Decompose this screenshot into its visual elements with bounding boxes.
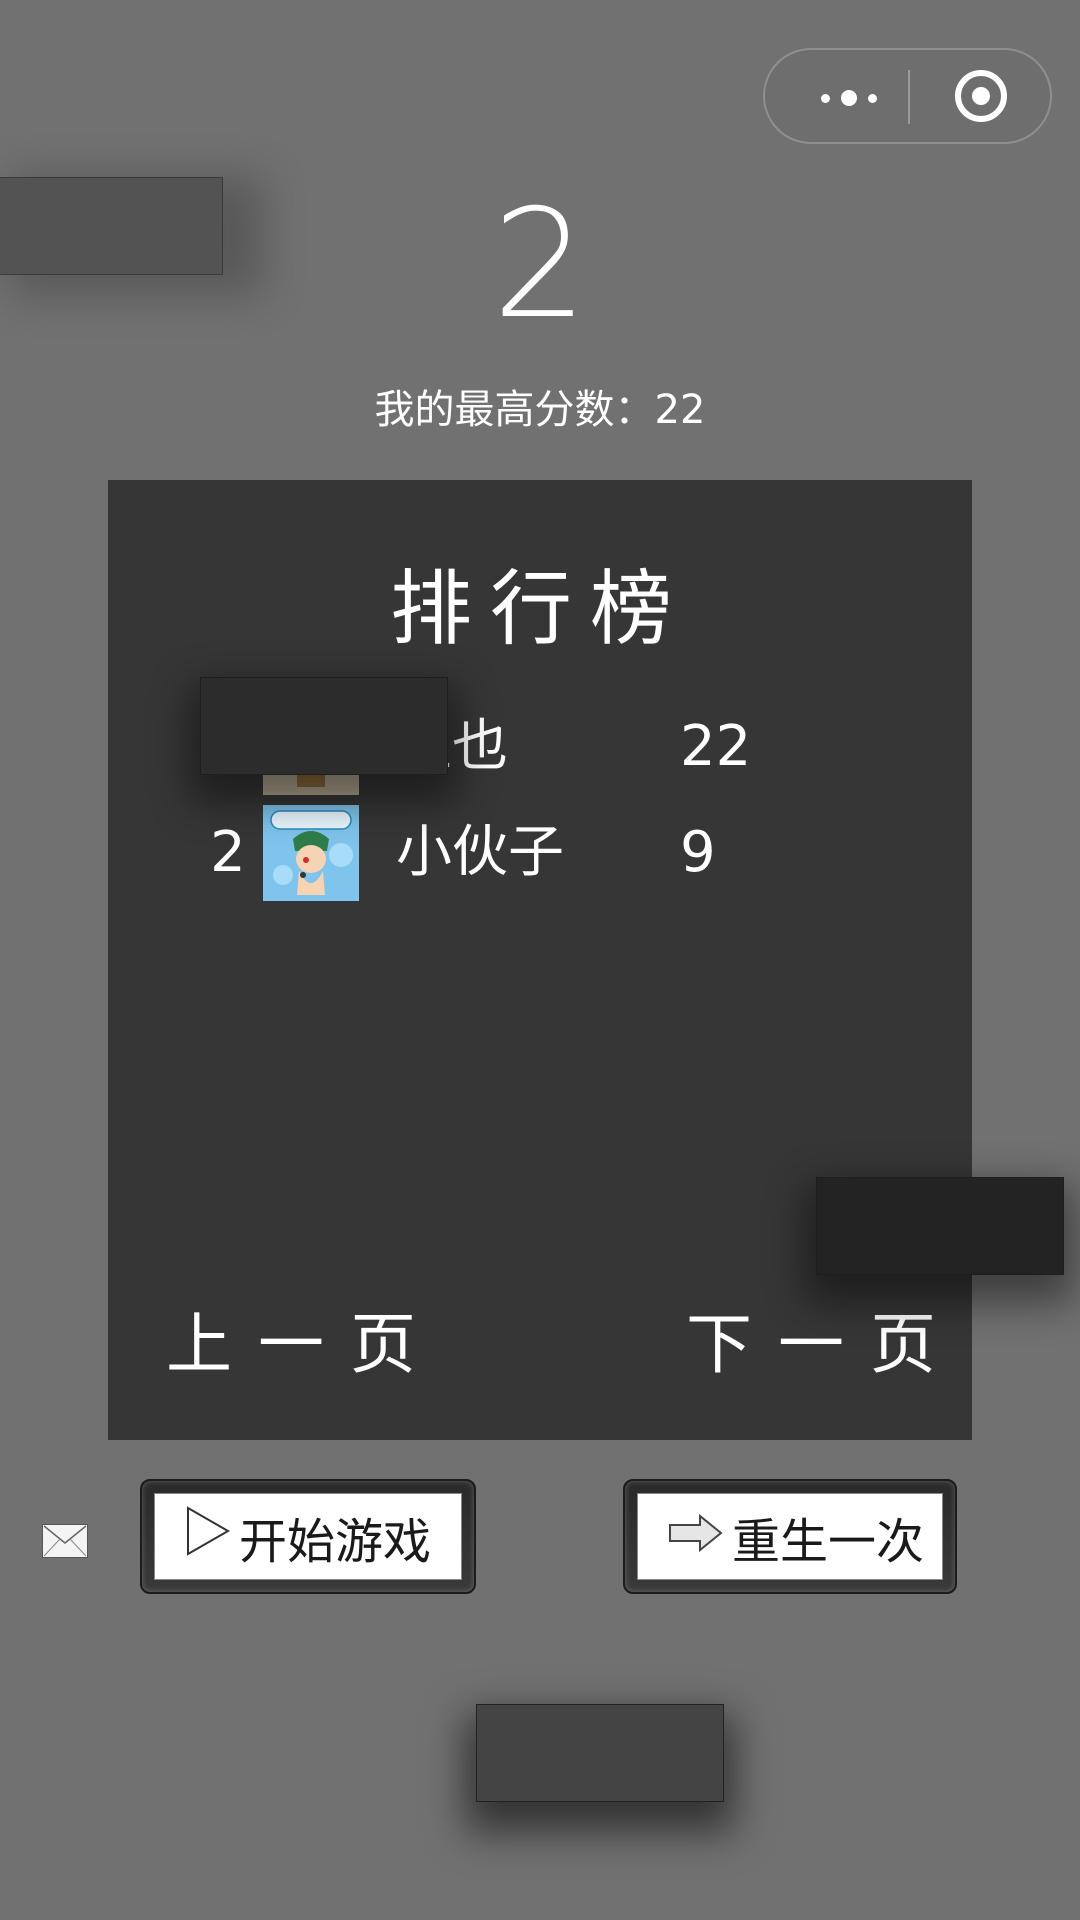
prev-page-button[interactable]: 上一页: [166, 1300, 442, 1390]
mail-icon[interactable]: [42, 1524, 88, 1558]
arrow-right-icon: [668, 1509, 724, 1565]
obstacle-block: [476, 1704, 724, 1802]
respawn-label: 重生一次: [732, 1513, 925, 1570]
rank-number: 2: [210, 820, 246, 885]
leaderboard-row: 2 小伙子 9: [108, 805, 972, 901]
capsule-divider: [908, 70, 910, 124]
player-score: 9: [680, 820, 716, 885]
obstacle-block: [200, 677, 448, 775]
play-icon: [185, 1505, 231, 1569]
respawn-button[interactable]: 重生一次: [623, 1479, 957, 1594]
current-score: 2: [492, 178, 588, 352]
miniprogram-capsule: [763, 48, 1052, 144]
start-game-label: 开始游戏: [239, 1513, 432, 1570]
best-score: 我的最高分数：22: [374, 387, 706, 433]
player-name: 小伙子: [396, 820, 564, 885]
close-target-icon[interactable]: [955, 70, 1007, 122]
next-page-button[interactable]: 下一页: [686, 1300, 962, 1390]
avatar: [263, 805, 359, 901]
respawn-button-face[interactable]: 重生一次: [637, 1493, 943, 1580]
leaderboard-title: 排行榜: [389, 562, 690, 657]
obstacle-block: [816, 1177, 1064, 1275]
more-icon[interactable]: [801, 80, 897, 116]
start-game-button-face[interactable]: 开始游戏: [154, 1493, 462, 1580]
leaderboard-panel: 排行榜 1 王也 22 2: [108, 480, 972, 1440]
start-game-button[interactable]: 开始游戏: [140, 1479, 476, 1594]
player-score: 22: [680, 714, 752, 779]
